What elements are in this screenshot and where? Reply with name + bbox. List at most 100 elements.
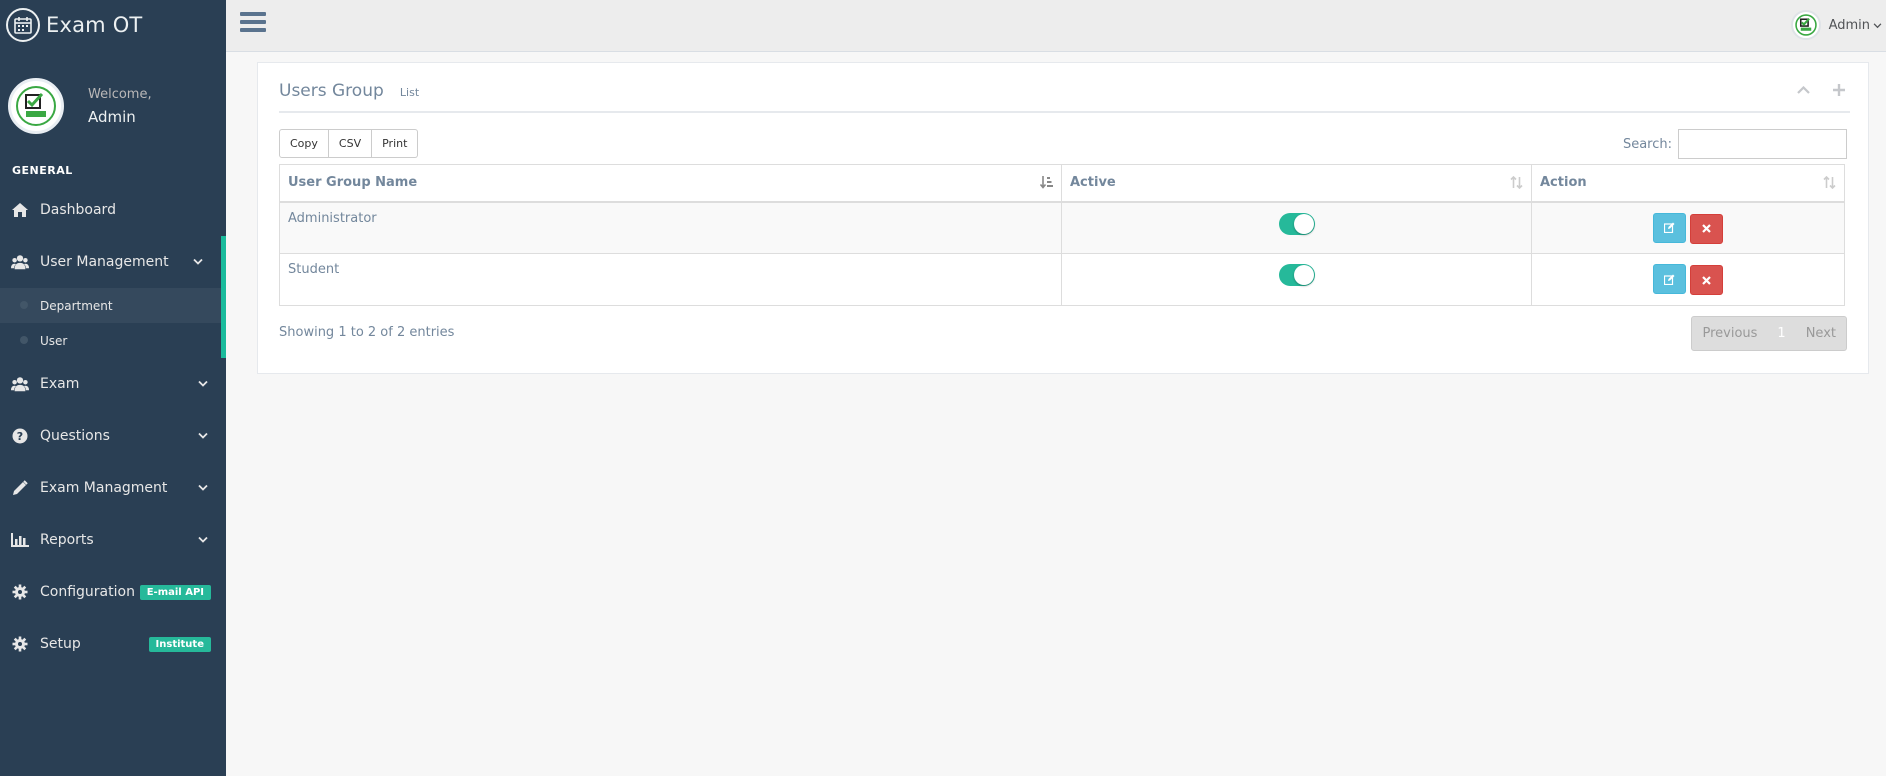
hamburger-icon — [240, 12, 266, 16]
previous-page-button[interactable]: Previous — [1692, 317, 1767, 350]
collapse-button[interactable] — [1792, 81, 1814, 99]
chevron-down-icon — [193, 255, 203, 270]
export-buttons: Copy CSV Print — [279, 129, 419, 158]
delete-button[interactable] — [1690, 213, 1723, 244]
brand[interactable]: Exam OT — [0, 0, 226, 50]
user-group-name-cell: Administrator — [279, 201, 1062, 254]
close-icon — [1702, 224, 1711, 233]
chevron-down-icon — [1873, 18, 1882, 33]
sort-both-icon — [1823, 175, 1836, 193]
sidebar-item-reports[interactable]: Reports — [0, 514, 226, 566]
sort-ascending-icon — [1039, 176, 1053, 193]
chevron-down-icon — [198, 533, 208, 548]
sidebar-item-label: Configuration — [40, 584, 135, 600]
hamburger-line — [240, 20, 266, 24]
exam-ot-logo-icon — [16, 86, 56, 126]
active-toggle[interactable] — [1278, 264, 1315, 286]
sidebar-item-label: Questions — [40, 428, 110, 444]
sidebar-item-label: Reports — [40, 532, 94, 548]
csv-button[interactable]: CSV — [328, 129, 373, 158]
gear-icon — [11, 635, 29, 653]
sidebar-menu: Dashboard User Management Department Use… — [0, 184, 226, 670]
chevron-down-icon — [198, 377, 208, 392]
sidebar-item-label: Exam — [40, 376, 80, 392]
table-row: Administrator — [279, 201, 1845, 254]
welcome-text: Welcome, — [88, 86, 152, 102]
action-cell — [1531, 253, 1845, 306]
svg-text:?: ? — [17, 430, 23, 443]
sidebar-subitem-user[interactable]: User — [0, 323, 221, 358]
sidebar-item-user-management[interactable]: User Management — [0, 236, 226, 288]
email-api-badge: E-mail API — [139, 584, 211, 600]
plus-icon — [1833, 84, 1845, 96]
next-page-button[interactable]: Next — [1796, 317, 1846, 350]
sidebar-item-label: User Management — [40, 254, 169, 270]
page-title: Users Group — [279, 81, 384, 101]
sidebar-item-configuration[interactable]: Configuration E-mail API — [0, 566, 226, 618]
menu-toggle-button[interactable] — [240, 12, 266, 34]
column-label: Action — [1540, 175, 1587, 190]
copy-button[interactable]: Copy — [279, 129, 329, 158]
edit-icon — [1664, 222, 1675, 233]
print-button[interactable]: Print — [372, 129, 419, 158]
sidebar-item-exam[interactable]: Exam — [0, 358, 226, 410]
sidebar-item-label: Setup — [40, 636, 81, 652]
profile: Welcome, Admin — [0, 62, 226, 150]
pencil-icon — [11, 479, 29, 497]
avatar — [8, 78, 64, 134]
sidebar: Exam OT Welcome, Admin GENERAL Dashboard — [0, 0, 226, 776]
avatar — [1790, 10, 1821, 40]
search-input[interactable] — [1678, 129, 1847, 159]
edit-button[interactable] — [1653, 264, 1686, 294]
brand-title: Exam OT — [46, 13, 143, 37]
bar-chart-icon — [11, 531, 29, 549]
users-icon — [11, 375, 29, 393]
home-icon — [11, 201, 29, 219]
profile-name: Admin — [88, 107, 136, 126]
page-1-button[interactable]: 1 — [1767, 317, 1795, 350]
users-group-table: User Group Name Active Action Administra… — [279, 164, 1845, 306]
gear-icon — [11, 583, 29, 601]
active-toggle[interactable] — [1278, 212, 1315, 235]
search-label: Search: — [1622, 136, 1672, 152]
edit-button[interactable] — [1653, 212, 1686, 243]
search-box: Search: — [1623, 129, 1847, 159]
active-cell — [1061, 253, 1532, 306]
toggle-knob — [1293, 213, 1314, 234]
sidebar-item-setup[interactable]: Setup Institute — [0, 618, 226, 670]
edit-icon — [1664, 274, 1675, 285]
close-icon — [1702, 275, 1711, 285]
top-nav: Admin — [226, 0, 1886, 52]
column-header-active[interactable]: Active — [1061, 164, 1532, 203]
question-circle-icon: ? — [11, 427, 29, 445]
exam-ot-logo-icon — [1794, 14, 1817, 36]
column-header-action[interactable]: Action — [1531, 164, 1845, 203]
column-label: Active — [1070, 175, 1116, 190]
chevron-down-icon — [198, 429, 208, 444]
users-icon — [11, 253, 29, 271]
add-button[interactable] — [1828, 81, 1850, 99]
user-management-submenu: Department User — [0, 288, 226, 358]
sidebar-item-dashboard[interactable]: Dashboard — [0, 184, 226, 236]
toggle-knob — [1293, 265, 1314, 285]
section-title: GENERAL — [12, 164, 73, 177]
action-cell — [1531, 201, 1845, 254]
user-group-name-cell: Student — [279, 253, 1062, 306]
panel-tools — [1792, 81, 1850, 99]
hamburger-line — [240, 28, 266, 32]
sidebar-item-questions[interactable]: ? Questions — [0, 410, 226, 462]
column-label: User Group Name — [288, 175, 418, 190]
delete-button[interactable] — [1690, 265, 1723, 295]
chevron-up-icon — [1796, 86, 1810, 94]
sidebar-item-label: Dashboard — [40, 202, 116, 218]
table-header-row: User Group Name Active Action — [279, 164, 1845, 203]
table-info: Showing 1 to 2 of 2 entries — [279, 325, 455, 340]
sidebar-item-exam-managment[interactable]: Exam Managment — [0, 462, 226, 514]
active-cell — [1061, 201, 1532, 254]
sidebar-item-label: Exam Managment — [40, 480, 168, 496]
chevron-down-icon — [198, 481, 208, 496]
users-group-panel: Users Group List Copy CSV Print Search: … — [257, 62, 1869, 374]
user-menu-dropdown[interactable]: Admin — [1790, 10, 1882, 40]
sidebar-subitem-department[interactable]: Department — [0, 288, 221, 323]
column-header-user-group-name[interactable]: User Group Name — [279, 164, 1062, 203]
